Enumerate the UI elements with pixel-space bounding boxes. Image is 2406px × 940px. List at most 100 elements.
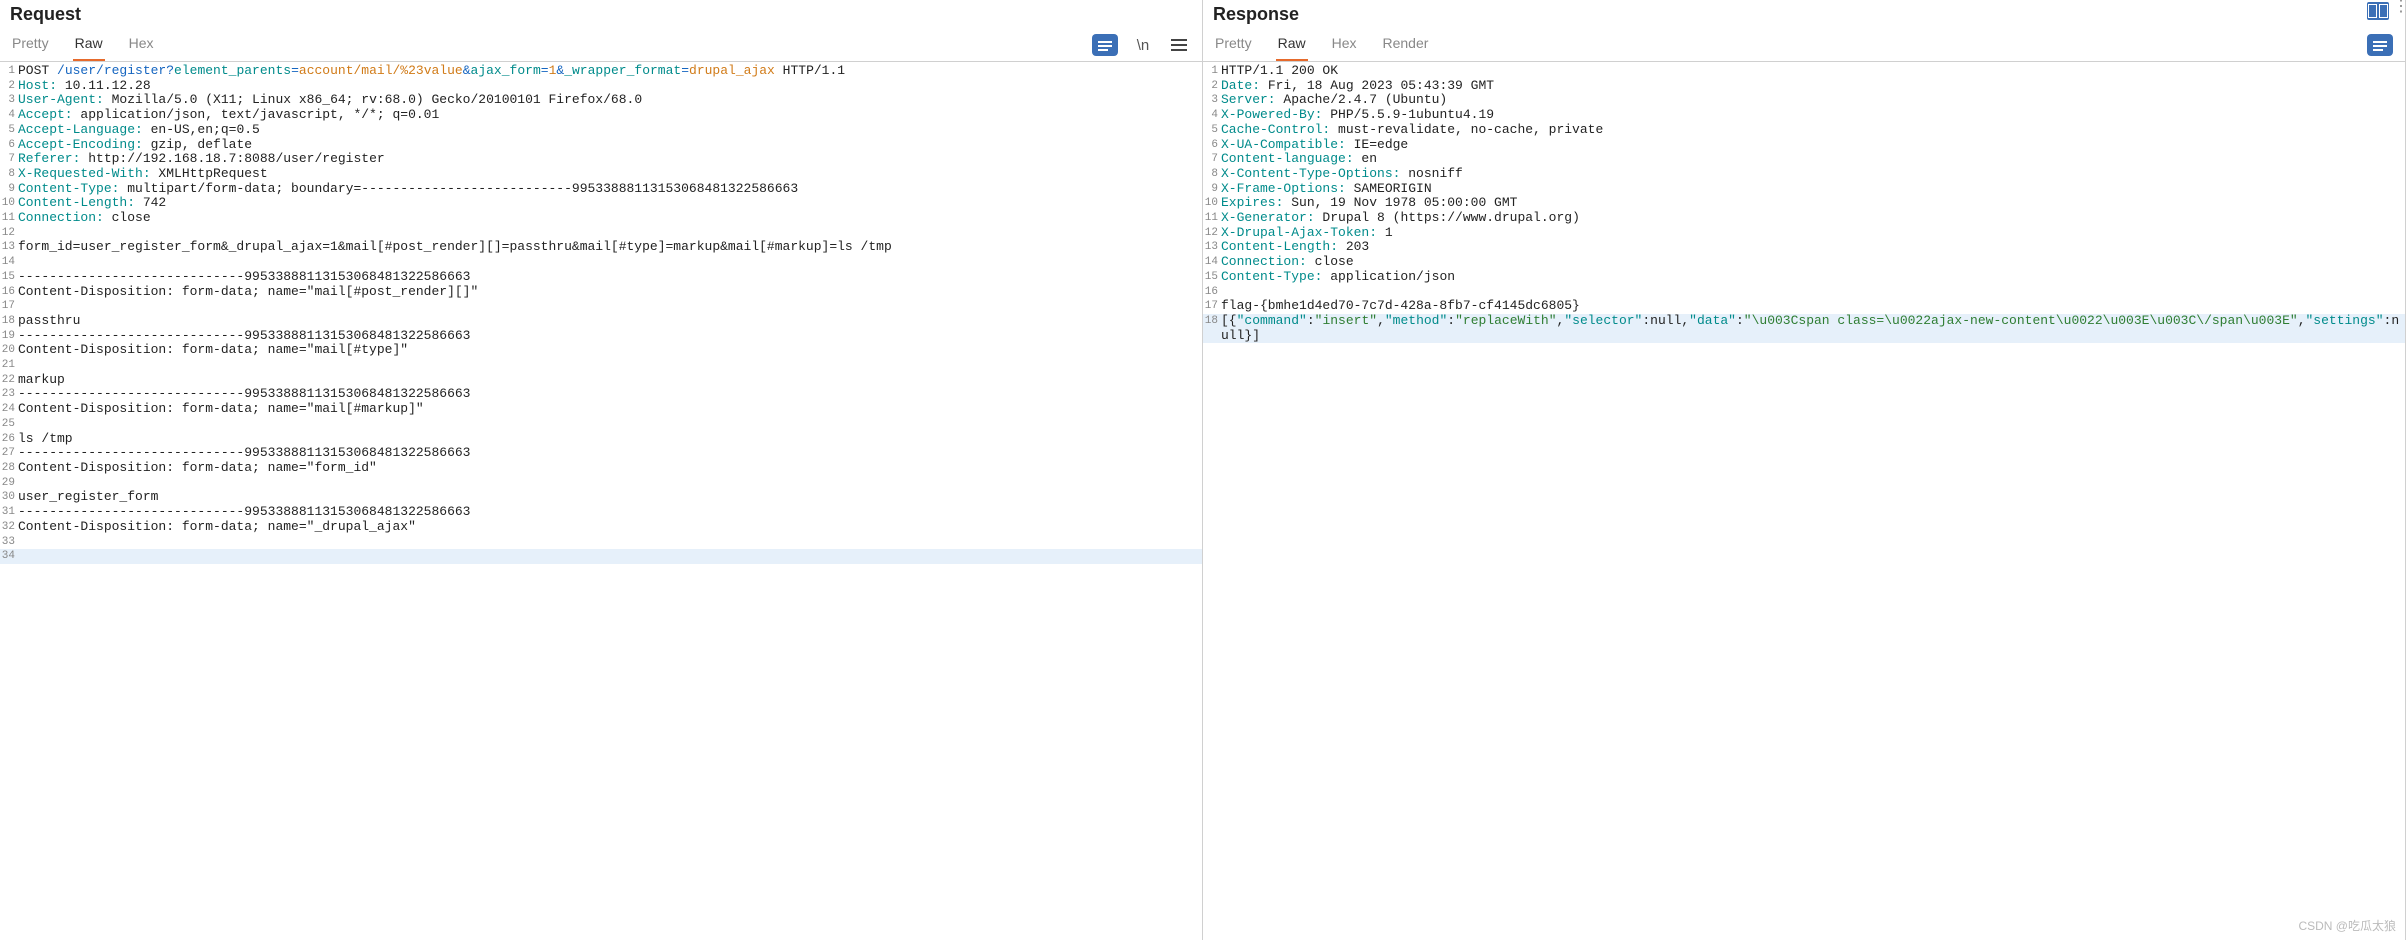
request-content[interactable]: 1POST /user/register?element_parents=acc… — [0, 62, 1202, 940]
line-text: Accept-Encoding: gzip, deflate — [18, 138, 1202, 153]
line-text: Date: Fri, 18 Aug 2023 05:43:39 GMT — [1221, 79, 2405, 94]
line-text: -----------------------------99533888113… — [18, 387, 1202, 402]
tab-hex[interactable]: Hex — [1330, 29, 1359, 61]
code-line: 17 — [0, 299, 1202, 314]
line-text: Content-Disposition: form-data; name="_d… — [18, 520, 1202, 535]
line-text: X-UA-Compatible: IE=edge — [1221, 138, 2405, 153]
line-text: -----------------------------99533888113… — [18, 505, 1202, 520]
response-header: Response — [1203, 0, 2405, 25]
code-line: 26ls /tmp — [0, 432, 1202, 447]
line-text: -----------------------------99533888113… — [18, 270, 1202, 285]
line-number: 1 — [0, 64, 18, 79]
line-text: Accept-Language: en-US,en;q=0.5 — [18, 123, 1202, 138]
line-number: 8 — [1203, 167, 1221, 182]
newline-toggle[interactable]: \n — [1132, 34, 1154, 56]
code-line: 18[{"command":"insert","method":"replace… — [1203, 314, 2405, 343]
line-number: 34 — [0, 549, 18, 564]
line-text: user_register_form — [18, 490, 1202, 505]
code-line: 10Content-Length: 742 — [0, 196, 1202, 211]
line-number: 11 — [0, 211, 18, 226]
line-text: User-Agent: Mozilla/5.0 (X11; Linux x86_… — [18, 93, 1202, 108]
code-line: 16Content-Disposition: form-data; name="… — [0, 285, 1202, 300]
code-line: 1POST /user/register?element_parents=acc… — [0, 64, 1202, 79]
code-line: 29 — [0, 476, 1202, 491]
response-content[interactable]: 1HTTP/1.1 200 OK2Date: Fri, 18 Aug 2023 … — [1203, 62, 2405, 940]
line-text: X-Content-Type-Options: nosniff — [1221, 167, 2405, 182]
code-line: 4Accept: application/json, text/javascri… — [0, 108, 1202, 123]
line-text: Server: Apache/2.4.7 (Ubuntu) — [1221, 93, 2405, 108]
code-line: 3User-Agent: Mozilla/5.0 (X11; Linux x86… — [0, 93, 1202, 108]
line-number: 10 — [1203, 196, 1221, 211]
tab-pretty[interactable]: Pretty — [10, 29, 51, 61]
code-line: 13form_id=user_register_form&_drupal_aja… — [0, 240, 1202, 255]
line-text: HTTP/1.1 200 OK — [1221, 64, 2405, 79]
code-line: 12 — [0, 226, 1202, 241]
line-number: 32 — [0, 520, 18, 535]
menu-icon[interactable] — [1168, 34, 1190, 56]
code-line: 15-----------------------------995338881… — [0, 270, 1202, 285]
code-line: 25 — [0, 417, 1202, 432]
response-title: Response — [1213, 4, 1299, 25]
code-line: 5Cache-Control: must-revalidate, no-cach… — [1203, 123, 2405, 138]
tab-raw[interactable]: Raw — [73, 29, 105, 61]
code-line: 14 — [0, 255, 1202, 270]
line-number: 6 — [0, 138, 18, 153]
line-text: Host: 10.11.12.28 — [18, 79, 1202, 94]
tab-render[interactable]: Render — [1381, 29, 1431, 61]
code-line: 6X-UA-Compatible: IE=edge — [1203, 138, 2405, 153]
more-options-icon[interactable]: ⋮ — [2393, 2, 2403, 20]
line-text: Content-Length: 742 — [18, 196, 1202, 211]
line-number: 2 — [0, 79, 18, 94]
code-line: 1HTTP/1.1 200 OK — [1203, 64, 2405, 79]
layout-toggle-icon[interactable] — [2367, 2, 2389, 20]
line-text: X-Drupal-Ajax-Token: 1 — [1221, 226, 2405, 241]
actions-icon[interactable] — [2367, 34, 2393, 56]
line-number: 4 — [0, 108, 18, 123]
line-number: 17 — [1203, 299, 1221, 314]
line-number: 3 — [1203, 93, 1221, 108]
code-line: 31-----------------------------995338881… — [0, 505, 1202, 520]
line-number: 12 — [1203, 226, 1221, 241]
line-text: [{"command":"insert","method":"replaceWi… — [1221, 314, 2405, 343]
code-line: 9X-Frame-Options: SAMEORIGIN — [1203, 182, 2405, 197]
code-line: 4X-Powered-By: PHP/5.5.9-1ubuntu4.19 — [1203, 108, 2405, 123]
line-number: 8 — [0, 167, 18, 182]
tab-hex[interactable]: Hex — [127, 29, 156, 61]
code-line: 11Connection: close — [0, 211, 1202, 226]
line-number: 12 — [0, 226, 18, 241]
actions-icon[interactable] — [1092, 34, 1118, 56]
code-line: 30user_register_form — [0, 490, 1202, 505]
line-number: 25 — [0, 417, 18, 432]
line-text: Referer: http://192.168.18.7:8088/user/r… — [18, 152, 1202, 167]
line-text — [18, 358, 1202, 373]
code-line: 28Content-Disposition: form-data; name="… — [0, 461, 1202, 476]
tab-raw[interactable]: Raw — [1276, 29, 1308, 61]
line-number: 13 — [1203, 240, 1221, 255]
code-line: 14Connection: close — [1203, 255, 2405, 270]
tab-pretty[interactable]: Pretty — [1213, 29, 1254, 61]
code-line: 8X-Content-Type-Options: nosniff — [1203, 167, 2405, 182]
line-number: 6 — [1203, 138, 1221, 153]
line-number: 22 — [0, 373, 18, 388]
line-number: 10 — [0, 196, 18, 211]
line-text — [18, 255, 1202, 270]
line-number: 28 — [0, 461, 18, 476]
line-text — [18, 535, 1202, 550]
line-number: 14 — [1203, 255, 1221, 270]
line-number: 27 — [0, 446, 18, 461]
line-number: 24 — [0, 402, 18, 417]
line-text: Content-Disposition: form-data; name="ma… — [18, 343, 1202, 358]
line-text: flag-{bmhe1d4ed70-7c7d-428a-8fb7-cf4145d… — [1221, 299, 2405, 314]
line-number: 26 — [0, 432, 18, 447]
code-line: 17flag-{bmhe1d4ed70-7c7d-428a-8fb7-cf414… — [1203, 299, 2405, 314]
line-number: 33 — [0, 535, 18, 550]
line-text: -----------------------------99533888113… — [18, 329, 1202, 344]
line-number: 18 — [0, 314, 18, 329]
line-number: 31 — [0, 505, 18, 520]
line-text: Cache-Control: must-revalidate, no-cache… — [1221, 123, 2405, 138]
line-number: 4 — [1203, 108, 1221, 123]
code-line: 2Date: Fri, 18 Aug 2023 05:43:39 GMT — [1203, 79, 2405, 94]
line-text: Content-Disposition: form-data; name="ma… — [18, 402, 1202, 417]
line-number: 29 — [0, 476, 18, 491]
code-line: 5Accept-Language: en-US,en;q=0.5 — [0, 123, 1202, 138]
